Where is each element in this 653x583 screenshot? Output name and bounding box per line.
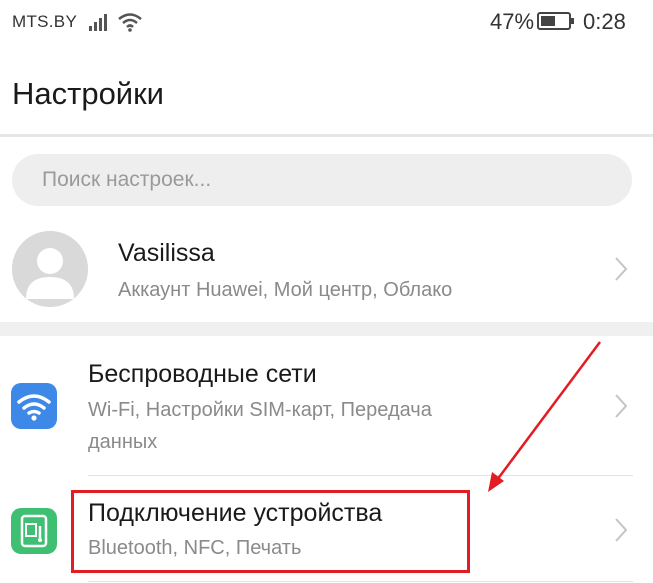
wifi-status-icon [118, 13, 142, 32]
divider [88, 581, 633, 582]
status-bar: MTS.BY 47% 0:28 [0, 0, 653, 44]
battery-icon [537, 12, 574, 30]
wifi-icon [11, 383, 57, 429]
battery-percentage: 47% [490, 9, 535, 34]
device-connection-icon [11, 508, 57, 554]
clock: 0:28 [583, 9, 626, 34]
red-arrow-icon [488, 341, 602, 492]
divider [0, 134, 653, 137]
chevron-right-icon [615, 394, 628, 418]
carrier-name: MTS.BY [12, 12, 78, 31]
highlight-annotation-box [71, 490, 470, 573]
settings-item-subtitle: Wi-Fi, Настройки SIM-карт, Передача [88, 399, 432, 421]
search-input[interactable] [12, 154, 632, 206]
signal-icon [89, 14, 107, 31]
account-row[interactable]: Vasilissa Аккаунт Huawei, Мой центр, Обл… [0, 220, 653, 320]
settings-item-subtitle-continued: данных [88, 431, 158, 453]
chevron-right-icon [615, 518, 628, 542]
avatar-icon [12, 231, 88, 307]
account-name: Vasilissa [118, 239, 215, 267]
page-title: Настройки [12, 76, 165, 111]
section-divider [0, 322, 653, 336]
chevron-right-icon [615, 257, 628, 281]
search-bar[interactable] [12, 154, 632, 206]
settings-item-title: Беспроводные сети [88, 360, 317, 388]
account-subtitle: Аккаунт Huawei, Мой центр, Облако [118, 279, 453, 301]
